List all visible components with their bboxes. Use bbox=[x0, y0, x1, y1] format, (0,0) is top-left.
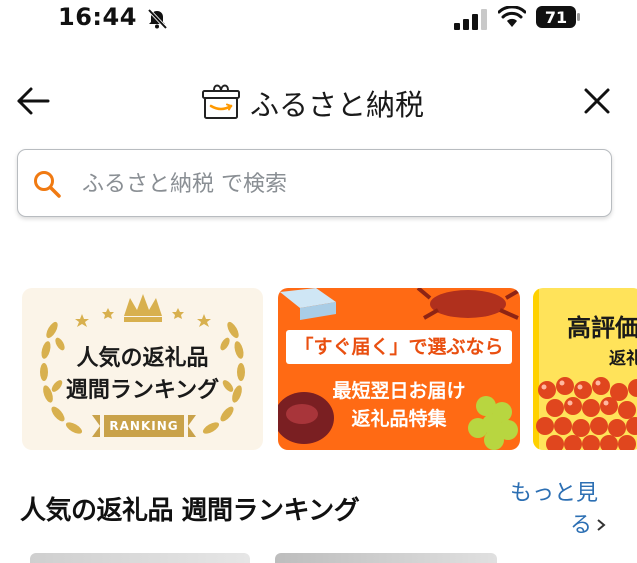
banner-delivery-pill: 「すぐ届く」で選ぶなら bbox=[286, 330, 512, 364]
page-title: ふるさと納税 bbox=[250, 88, 425, 122]
bell-muted-icon bbox=[147, 8, 168, 30]
ranking-ribbon: RANKING bbox=[92, 415, 196, 437]
wifi-icon bbox=[498, 6, 526, 27]
see-more-line2: る bbox=[569, 513, 592, 538]
status-time: 16:44 bbox=[58, 3, 137, 31]
see-more-link[interactable]: もっと見 る bbox=[510, 478, 620, 542]
search-box[interactable] bbox=[17, 149, 612, 217]
banner-ranking-line1: 人気の返礼品 bbox=[76, 346, 209, 371]
search-icon bbox=[34, 171, 61, 198]
furusato-box-logo-icon bbox=[202, 84, 240, 119]
banner-rating-line2: 返礼 bbox=[609, 349, 637, 369]
back-arrow-icon[interactable] bbox=[16, 86, 50, 116]
product-card[interactable] bbox=[30, 553, 250, 563]
battery-icon: 71 bbox=[536, 6, 580, 28]
status-bar: 16:44 71 bbox=[0, 0, 637, 38]
chevron-right-icon bbox=[597, 519, 606, 531]
fast-delivery-banner[interactable]: 「すぐ届く」で選ぶなら 最短翌日お届け 返礼品特集 bbox=[278, 288, 520, 450]
section-title: 人気の返礼品 週間ランキング bbox=[20, 496, 360, 526]
banner-delivery-line3: 返礼品特集 bbox=[351, 408, 447, 430]
see-more-line1: もっと見 bbox=[510, 481, 599, 506]
high-rating-banner[interactable]: 高評価 返礼 bbox=[533, 288, 637, 450]
banner-ranking-line2: 週間ランキング bbox=[65, 378, 220, 403]
search-input[interactable] bbox=[80, 160, 604, 208]
cellular-signal-icon bbox=[454, 9, 487, 30]
banner-rating-line1: 高評価 bbox=[567, 314, 637, 342]
product-card[interactable] bbox=[275, 553, 497, 563]
battery-level: 71 bbox=[545, 8, 567, 27]
close-icon[interactable] bbox=[582, 86, 612, 116]
ranking-banner[interactable]: 人気の返礼品 週間ランキング RANKING bbox=[22, 288, 263, 450]
banner-delivery-line2: 最短翌日お届け bbox=[332, 380, 466, 402]
